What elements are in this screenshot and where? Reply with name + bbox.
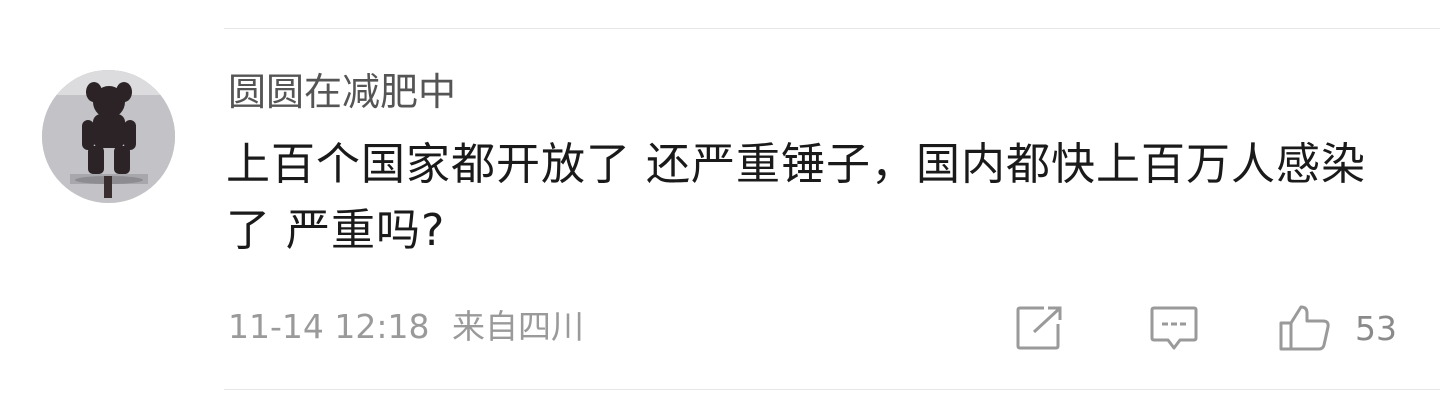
thumbs-up-icon [1279, 305, 1330, 351]
reply-button[interactable] [1148, 302, 1200, 354]
comment-location: 来自四川 [451, 307, 584, 346]
share-button[interactable] [1014, 302, 1066, 354]
comment-meta: 11-14 12:18 来自四川 [228, 306, 584, 348]
bottom-divider [224, 389, 1440, 390]
figure-sculpture-image [42, 70, 175, 203]
reply-icon [1150, 306, 1198, 350]
user-avatar[interactable] [42, 70, 175, 203]
comment-body: 上百个国家都开放了 还严重锤子，国内都快上百万人感染了 严重吗? [226, 139, 1366, 256]
comment-timestamp: 11-14 12:18 [228, 307, 430, 346]
like-button[interactable]: 53 [1277, 302, 1397, 354]
comment-username[interactable]: 圆圆在减肥中 [228, 68, 456, 116]
like-count: 53 [1355, 308, 1397, 348]
top-divider [224, 28, 1440, 29]
share-icon [1016, 306, 1062, 350]
